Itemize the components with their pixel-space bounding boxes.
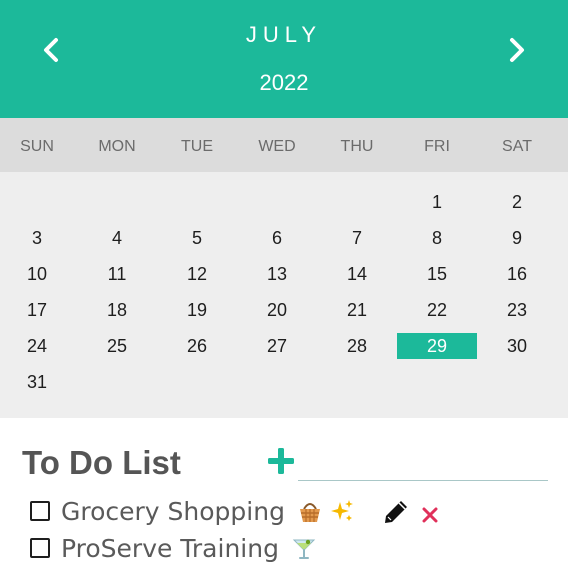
weekday-sun: SUN <box>20 138 54 155</box>
month-label: JULY <box>245 22 323 47</box>
day-cell[interactable]: 14 <box>317 261 397 287</box>
basket-icon <box>297 498 323 524</box>
day-cell[interactable]: 10 <box>0 261 77 287</box>
todo-section: To Do List Grocery Shopping ProServe Tra… <box>0 418 568 564</box>
todo-title: To Do List <box>22 444 181 481</box>
day-cell[interactable]: 1 <box>397 189 477 215</box>
todo-checkbox[interactable] <box>30 538 50 558</box>
edit-todo-button[interactable] <box>382 498 410 526</box>
day-cell[interactable]: 15 <box>397 261 477 287</box>
todo-checkbox[interactable] <box>30 501 50 521</box>
todo-item: ProServe Training <box>30 533 317 563</box>
day-cell[interactable]: 7 <box>317 225 397 251</box>
todo-item: Grocery Shopping <box>30 496 355 526</box>
day-cell-selected[interactable]: 29 <box>397 333 477 359</box>
day-cell[interactable]: 22 <box>397 297 477 323</box>
day-cell[interactable]: 16 <box>477 261 557 287</box>
weekday-fri: FRI <box>424 138 450 155</box>
weekday-thu: THU <box>340 138 374 155</box>
weekday-tue: TUE <box>181 138 213 155</box>
day-cell[interactable]: 19 <box>157 297 237 323</box>
day-cell[interactable]: 2 <box>477 189 557 215</box>
day-cell[interactable]: 31 <box>0 369 77 395</box>
day-cell[interactable]: 21 <box>317 297 397 323</box>
day-cell[interactable]: 25 <box>77 333 157 359</box>
day-cell[interactable]: 27 <box>237 333 317 359</box>
day-cell[interactable]: 9 <box>477 225 557 251</box>
day-cell[interactable]: 30 <box>477 333 557 359</box>
calendar-header: JULY 2022 <box>0 0 568 118</box>
todo-item-text: Grocery Shopping <box>61 496 285 526</box>
day-cell[interactable]: 4 <box>77 225 157 251</box>
chevron-right-icon <box>510 38 524 62</box>
day-cell[interactable]: 26 <box>157 333 237 359</box>
day-cell[interactable]: 5 <box>157 225 237 251</box>
weekday-sat: SAT <box>502 138 532 155</box>
weekday-mon: MON <box>98 138 136 155</box>
day-cell[interactable]: 24 <box>0 333 77 359</box>
day-cell[interactable]: 13 <box>237 261 317 287</box>
day-cell[interactable]: 28 <box>317 333 397 359</box>
day-cell[interactable]: 8 <box>397 225 477 251</box>
day-cell[interactable]: 11 <box>77 261 157 287</box>
day-cell[interactable]: 20 <box>237 297 317 323</box>
days-grid: 1 2 3 4 5 6 7 8 9 10 11 12 13 14 15 16 1… <box>0 172 568 418</box>
add-todo-button[interactable] <box>266 446 296 476</box>
day-cell[interactable]: 18 <box>77 297 157 323</box>
plus-icon <box>268 448 294 474</box>
weekday-header-row: SUN MON TUE WED THU FRI SAT <box>0 118 568 172</box>
sparkles-icon <box>329 498 355 524</box>
todo-item-text: ProServe Training <box>61 533 279 563</box>
pencil-icon <box>385 501 407 523</box>
day-cell[interactable]: 3 <box>0 225 77 251</box>
delete-todo-button[interactable] <box>420 505 440 525</box>
year-label: 2022 <box>259 70 309 95</box>
day-cell[interactable]: 12 <box>157 261 237 287</box>
day-cell[interactable]: 6 <box>237 225 317 251</box>
next-month-button[interactable] <box>502 36 530 64</box>
close-icon <box>422 507 438 523</box>
weekday-wed: WED <box>258 138 296 155</box>
day-cell[interactable]: 17 <box>0 297 77 323</box>
day-cell[interactable]: 23 <box>477 297 557 323</box>
todo-input[interactable] <box>298 450 548 481</box>
cocktail-icon <box>291 535 317 561</box>
